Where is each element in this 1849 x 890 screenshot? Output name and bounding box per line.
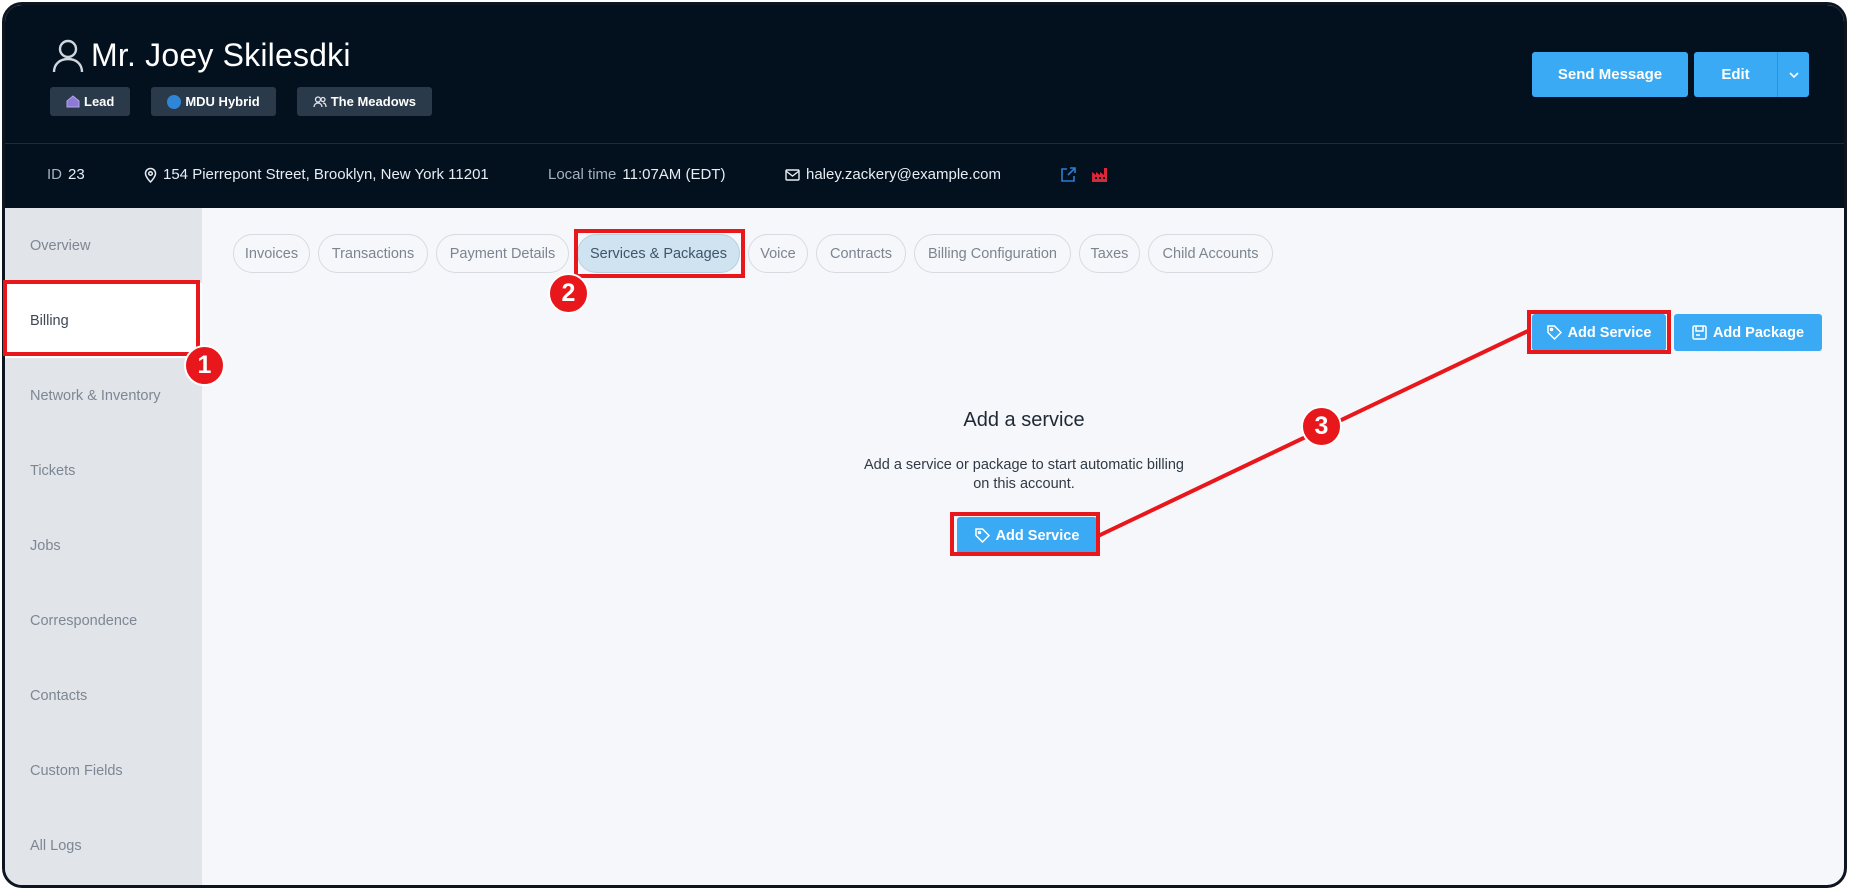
sidebar-item-correspondence[interactable]: Correspondence: [5, 583, 202, 658]
circle-icon: [167, 94, 182, 109]
mail-icon: [785, 168, 800, 181]
local-time-label: Local time: [548, 166, 617, 183]
address-text: 154 Pierrepont Street, Brooklyn, New Yor…: [163, 166, 489, 183]
highlight-services-packages-tab: [574, 229, 745, 278]
empty-state-title: Add a service: [963, 409, 1085, 431]
account-email[interactable]: haley.zackery@example.com: [785, 166, 1001, 183]
property-badge: The Meadows: [296, 87, 432, 116]
tab-invoices[interactable]: Invoices: [233, 234, 310, 273]
badge-label: Lead: [84, 94, 115, 109]
sidebar-item-overview[interactable]: Overview: [5, 208, 202, 283]
tab-billing-configuration[interactable]: Billing Configuration: [914, 234, 1071, 273]
email-text: haley.zackery@example.com: [806, 166, 1002, 183]
edit-dropdown-button[interactable]: [1777, 52, 1809, 97]
chevron-down-icon: [1788, 71, 1799, 78]
sidebar-item-contacts[interactable]: Contacts: [5, 658, 202, 733]
account-address[interactable]: 154 Pierrepont Street, Brooklyn, New Yor…: [144, 166, 489, 183]
empty-state-description: Add a service or package to start automa…: [864, 457, 1184, 492]
external-links: [1060, 166, 1115, 183]
app-window: Mr. Joey Skilesdki Lead MDU Hybrid The M…: [2, 2, 1847, 888]
local-time-value: 11:07AM (EDT): [622, 166, 726, 183]
highlight-add-service-empty: [950, 512, 1100, 556]
badge-label: The Meadows: [330, 94, 416, 109]
account-title-row: Mr. Joey Skilesdki: [51, 37, 351, 74]
id-value: 23: [68, 166, 85, 183]
add-package-label: Add Package: [1712, 324, 1805, 341]
users-icon: [313, 95, 327, 108]
package-icon: [1692, 325, 1707, 340]
type-badge-mdu: MDU Hybrid: [151, 87, 276, 116]
account-header: Mr. Joey Skilesdki Lead MDU Hybrid The M…: [5, 5, 1844, 143]
sidebar-item-tickets[interactable]: Tickets: [5, 433, 202, 508]
highlight-billing: [3, 280, 200, 356]
annotation-marker-3: 3: [1301, 406, 1342, 447]
tab-payment-details[interactable]: Payment Details: [436, 234, 569, 273]
badge-label: MDU Hybrid: [185, 94, 260, 109]
home-icon: [66, 95, 80, 108]
user-icon: [52, 39, 84, 72]
factory-icon[interactable]: [1091, 166, 1109, 183]
tab-taxes[interactable]: Taxes: [1079, 234, 1140, 273]
sidebar-item-jobs[interactable]: Jobs: [5, 508, 202, 583]
local-time: Local time 11:07AM (EDT): [548, 166, 725, 183]
account-id: ID 23: [47, 166, 85, 183]
account-name: Mr. Joey Skilesdki: [91, 37, 351, 73]
status-badge-lead: Lead: [50, 87, 131, 116]
add-package-button[interactable]: Add Package: [1674, 314, 1822, 351]
account-info-bar: ID 23 154 Pierrepont Street, Brooklyn, N…: [5, 143, 1844, 208]
map-pin-icon: [144, 167, 157, 183]
annotation-marker-2: 2: [548, 273, 589, 314]
id-label: ID: [47, 166, 62, 183]
send-message-button[interactable]: Send Message: [1532, 52, 1688, 97]
annotation-marker-1: 1: [184, 345, 225, 386]
sidebar-item-network-inventory[interactable]: Network & Inventory: [5, 358, 202, 433]
badge-row: Lead MDU Hybrid The Meadows: [50, 87, 453, 116]
highlight-add-service-top: [1527, 310, 1671, 354]
sidebar-item-custom-fields[interactable]: Custom Fields: [5, 733, 202, 808]
edit-button[interactable]: Edit: [1694, 52, 1777, 97]
tab-voice[interactable]: Voice: [748, 234, 808, 273]
tab-transactions[interactable]: Transactions: [318, 234, 428, 273]
tab-contracts[interactable]: Contracts: [816, 234, 906, 273]
sidebar-item-all-logs[interactable]: All Logs: [5, 808, 202, 883]
tab-child-accounts[interactable]: Child Accounts: [1148, 234, 1273, 273]
external-link-icon[interactable]: [1060, 166, 1077, 183]
